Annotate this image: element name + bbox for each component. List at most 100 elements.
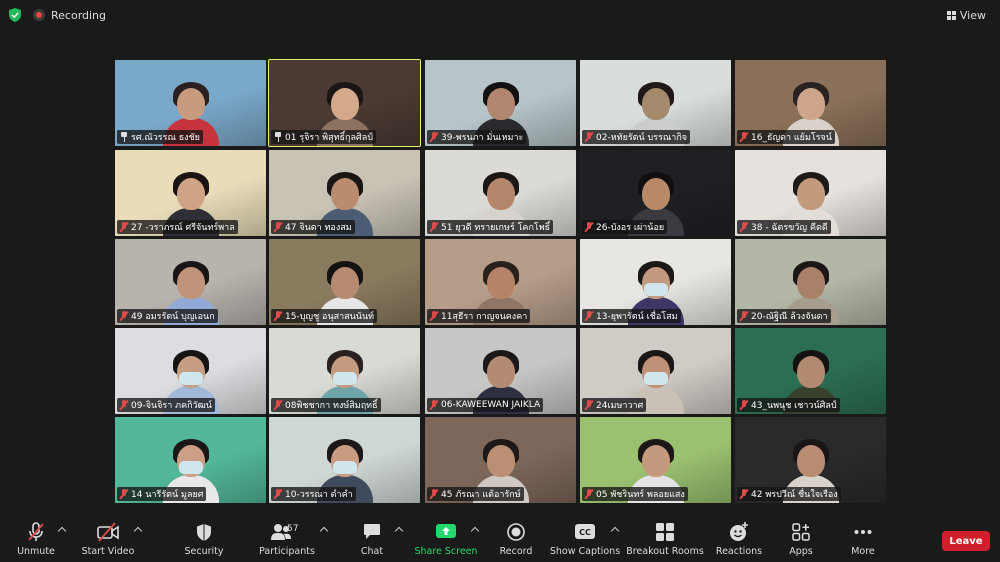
- apps-icon: [790, 522, 812, 542]
- participant-name: 24เมษาวาศ: [596, 401, 644, 411]
- participants-icon: 57: [267, 522, 307, 542]
- participant-name-tag: 20-ณัฐิณี ล้วงจันดา: [737, 309, 831, 323]
- muted-mic-icon: [120, 311, 128, 321]
- apps-button[interactable]: Apps: [786, 522, 816, 560]
- participant-name-tag: 15-บุญชู อนุสาสนนันท์: [271, 309, 378, 323]
- grid-view-icon: [946, 10, 956, 20]
- muted-mic-icon: [740, 400, 748, 410]
- participant-video-tile[interactable]: 11สุธีรา กาญจนคงคา: [425, 239, 576, 325]
- breakout-rooms-label: Breakout Rooms: [626, 546, 704, 557]
- show-captions-button[interactable]: CC Show Captions: [550, 522, 620, 560]
- record-button[interactable]: Record: [498, 522, 534, 560]
- participant-video-tile[interactable]: 08พิชชากา ทงษ์สิมฤทธิ์: [269, 328, 420, 414]
- participant-video-tile[interactable]: 20-ณัฐิณี ล้วงจันดา: [735, 239, 886, 325]
- more-button[interactable]: More: [848, 522, 878, 560]
- participant-video-tile[interactable]: 39-พรนภา มั่นเหมาะ: [425, 60, 576, 146]
- pin-icon: [120, 132, 128, 142]
- apps-label: Apps: [789, 546, 813, 557]
- captions-options-caret-icon[interactable]: [610, 525, 620, 535]
- video-gallery: รศ.ณัวรรณ ธงชัย 01 รุจิรา พิสุทธิ์กุลศิลป…: [115, 59, 886, 503]
- participants-options-caret-icon[interactable]: [319, 525, 329, 535]
- microphone-muted-icon: [25, 522, 47, 542]
- participant-video-tile[interactable]: 10-วรรณา ดำคำ: [269, 417, 420, 503]
- record-icon: [505, 522, 527, 542]
- participant-name-tag: 43_นพนุช เชาวน์ศิลป์: [737, 398, 840, 412]
- reactions-button[interactable]: Reactions: [716, 522, 762, 560]
- participant-name: 16_ธัญดา แย้มโรจน์: [751, 133, 832, 143]
- participant-video-tile[interactable]: 49 อมรรัตน์ บุญเอนก: [115, 239, 266, 325]
- muted-mic-icon: [585, 132, 593, 142]
- chat-label: Chat: [360, 546, 384, 557]
- participant-video-tile[interactable]: 27 -วราภรณ์ ศรีจันทร์พาล: [115, 150, 266, 236]
- participant-name-tag: 51 ยุวดี ทรายเกษร์ โคกโพธิ์: [427, 220, 554, 234]
- participant-name-tag: 01 รุจิรา พิสุทธิ์กุลศิลป์: [271, 130, 376, 144]
- video-options-caret-icon[interactable]: [133, 525, 143, 535]
- muted-mic-icon: [740, 311, 748, 321]
- chat-button[interactable]: Chat: [356, 522, 388, 560]
- participant-video-tile[interactable]: 09-จินจิรา ภคกิวัฒน์: [115, 328, 266, 414]
- participant-video-tile[interactable]: 05 พัชรินทร์ พลอยแสง: [580, 417, 731, 503]
- encryption-shield-icon[interactable]: [9, 8, 21, 22]
- participant-video-tile[interactable]: 24เมษาวาศ: [580, 328, 731, 414]
- participant-name: 39-พรนภา มั่นเหมาะ: [441, 133, 524, 143]
- leave-button[interactable]: Leave: [942, 531, 990, 551]
- share-screen-button[interactable]: Share Screen: [414, 522, 478, 560]
- top-bar: Recording View: [0, 0, 1000, 30]
- start-video-button[interactable]: Start Video: [82, 522, 134, 560]
- participant-video-tile[interactable]: รศ.ณัวรรณ ธงชัย: [115, 60, 266, 146]
- participant-name: 26-บังอร เผ่าน้อย: [596, 223, 665, 233]
- participant-name: 45 ภัรณา แต้อารักษ์: [441, 490, 521, 500]
- cc-text: CC: [579, 528, 591, 537]
- participant-name-tag: 11สุธีรา กาญจนคงคา: [427, 309, 531, 323]
- participant-video-tile[interactable]: 43_นพนุช เชาวน์ศิลป์: [735, 328, 886, 414]
- participant-video-tile[interactable]: 38 - ฉัตรขวัญ คีตดี: [735, 150, 886, 236]
- recording-indicator[interactable]: Recording: [33, 6, 106, 24]
- muted-mic-icon: [430, 400, 438, 410]
- participant-name: 47 จินดา ทองสม: [285, 223, 352, 233]
- view-button[interactable]: View: [943, 5, 990, 25]
- participant-name-tag: 24เมษาวาศ: [582, 398, 647, 412]
- audio-options-caret-icon[interactable]: [57, 525, 67, 535]
- security-button[interactable]: Security: [184, 522, 224, 560]
- participant-name-tag: 47 จินดา ทองสม: [271, 220, 355, 234]
- participant-video-tile[interactable]: 42 พรปวีณ์ ชื่นใจเรือง: [735, 417, 886, 503]
- participant-name-tag: 39-พรนภา มั่นเหมาะ: [427, 130, 527, 144]
- participant-name-tag: 02-หทัยรัตน์ บรรณากิจ: [582, 130, 691, 144]
- smiley-plus-icon: [728, 522, 750, 542]
- participant-name: 10-วรรณา ดำคำ: [285, 490, 353, 500]
- muted-mic-icon: [585, 400, 593, 410]
- security-shield-icon: [193, 522, 215, 542]
- participants-button[interactable]: 57 Participants: [259, 522, 315, 560]
- participant-video-tile[interactable]: 47 จินดา ทองสม: [269, 150, 420, 236]
- recording-label: Recording: [51, 8, 107, 22]
- participant-video-tile[interactable]: 06-KAWEEWAN JAIKLA: [425, 328, 576, 414]
- participant-name-tag: 08พิชชากา ทงษ์สิมฤทธิ์: [271, 398, 381, 412]
- participant-name-tag: 14 นารีรัตน์ มูลยศ: [117, 487, 207, 501]
- participant-video-tile[interactable]: 02-หทัยรัตน์ บรรณากิจ: [580, 60, 731, 146]
- muted-mic-icon: [740, 132, 748, 142]
- participant-video-tile[interactable]: 51 ยุวดี ทรายเกษร์ โคกโพธิ์: [425, 150, 576, 236]
- share-options-caret-icon[interactable]: [470, 525, 480, 535]
- participant-name: 43_นพนุช เชาวน์ศิลป์: [751, 401, 837, 411]
- participant-name-tag: 26-บังอร เผ่าน้อย: [582, 220, 668, 234]
- breakout-rooms-button[interactable]: Breakout Rooms: [626, 522, 704, 560]
- security-label: Security: [184, 546, 224, 557]
- unmute-button[interactable]: Unmute: [16, 522, 56, 560]
- closed-captions-icon: CC: [574, 522, 596, 542]
- participant-video-tile[interactable]: 01 รุจิรา พิสุทธิ์กุลศิลป์: [268, 59, 421, 147]
- participant-video-tile[interactable]: 45 ภัรณา แต้อารักษ์: [425, 417, 576, 503]
- view-label: View: [959, 8, 986, 22]
- muted-mic-icon: [585, 222, 593, 232]
- muted-mic-icon: [274, 222, 282, 232]
- participant-video-tile[interactable]: 14 นารีรัตน์ มูลยศ: [115, 417, 266, 503]
- participant-name: 08พิชชากา ทงษ์สิมฤทธิ์: [285, 401, 378, 411]
- participant-video-tile[interactable]: 13-ยุพารัตน์ เชื่อโสม: [580, 239, 731, 325]
- participant-name: รศ.ณัวรรณ ธงชัย: [131, 133, 200, 143]
- participant-video-tile[interactable]: 26-บังอร เผ่าน้อย: [580, 150, 731, 236]
- meeting-toolbar: Unmute Start Video Security 57 Participa…: [0, 518, 1000, 562]
- participant-video-tile[interactable]: 15-บุญชู อนุสาสนนันท์: [269, 239, 420, 325]
- participant-name: 15-บุญชู อนุสาสนนันท์: [285, 312, 375, 322]
- participant-video-tile[interactable]: 16_ธัญดา แย้มโรจน์: [735, 60, 886, 146]
- video-camera-off-icon: [97, 522, 119, 542]
- chat-options-caret-icon[interactable]: [394, 525, 404, 535]
